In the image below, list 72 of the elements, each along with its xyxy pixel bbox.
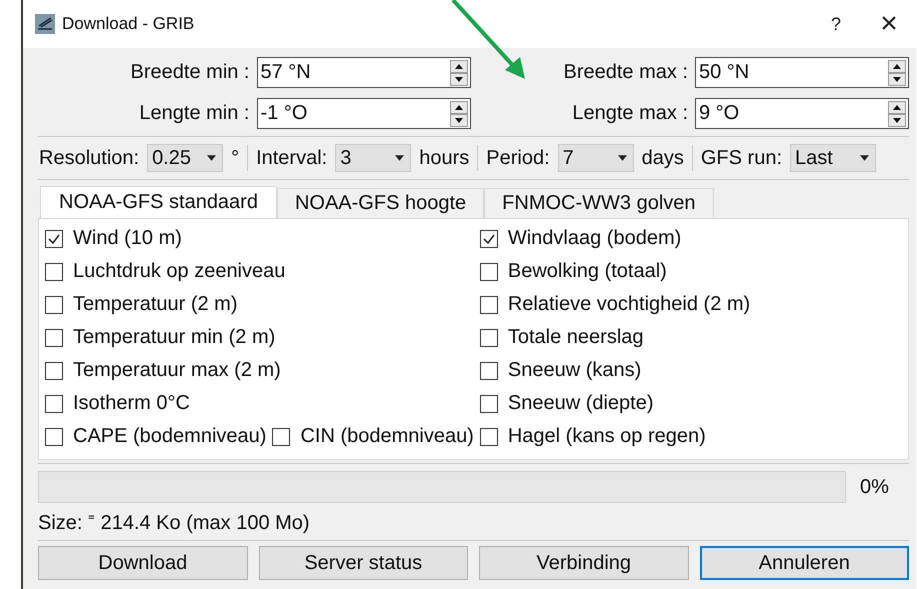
checkmark-icon (47, 232, 61, 246)
checkbox-option[interactable]: Temperatuur (2 m) (45, 288, 480, 321)
spin-box[interactable]: -1 °O (256, 98, 470, 129)
dialog-button[interactable]: Server status (258, 546, 468, 580)
dialog-button[interactable]: Verbinding (479, 546, 688, 580)
window-title: Download - GRIB (62, 14, 194, 34)
checkbox[interactable] (480, 296, 498, 314)
checkbox-option[interactable]: Relatieve vochtigheid (2 m) (480, 288, 902, 321)
checkbox[interactable] (45, 230, 63, 248)
dialog-button[interactable]: Download (38, 546, 248, 580)
checkbox-option[interactable]: Temperatuur max (2 m) (45, 354, 480, 387)
checkbox-option[interactable]: Wind (10 m) (45, 222, 480, 255)
checkbox-option[interactable]: CIN (bodemniveau) (272, 420, 480, 453)
checkbox[interactable] (45, 362, 63, 380)
checkbox[interactable] (45, 428, 63, 446)
checkbox-option[interactable]: Sneeuw (diepte) (480, 387, 902, 420)
checkbox[interactable] (480, 428, 498, 446)
dialog-button[interactable]: Annuleren (700, 546, 909, 580)
tab[interactable]: NOAA-GFS hoogte (276, 188, 484, 218)
checkbox[interactable] (45, 262, 63, 280)
checkmark-icon (482, 232, 496, 246)
checkbox[interactable] (480, 328, 498, 346)
checkbox[interactable] (480, 262, 498, 280)
setting-label: Interval: (256, 146, 328, 170)
unit-label: ° (231, 146, 240, 170)
field-label: Lengte min : (139, 102, 250, 125)
checkbox[interactable] (480, 362, 498, 380)
field-label: Breedte max : (563, 61, 688, 84)
checkbox[interactable] (480, 394, 498, 412)
checkbox-option[interactable]: Totale neerslag (480, 321, 902, 354)
setting-label: Resolution: (39, 146, 140, 170)
tab[interactable]: FNMOC-WW3 golven (484, 188, 714, 218)
app-icon (35, 14, 55, 34)
spin-box[interactable]: 57 °N (256, 57, 470, 88)
checkbox-option[interactable]: Temperatuur min (2 m) (45, 321, 480, 354)
dropdown[interactable]: 0.25 (147, 144, 224, 172)
checkbox[interactable] (272, 428, 290, 446)
checkbox[interactable] (45, 328, 63, 346)
caret-icon (395, 155, 404, 161)
caret-icon (207, 155, 216, 161)
setting-label: GFS run: (700, 146, 782, 170)
spin-box[interactable]: 50 °N (695, 57, 909, 88)
field-label: Lengte max : (572, 102, 688, 125)
unit-label: hours (419, 146, 470, 170)
dropdown[interactable]: 3 (335, 144, 412, 172)
spin-box[interactable]: 9 °O (695, 98, 909, 129)
unit-label: days (642, 146, 684, 170)
checkbox[interactable] (480, 230, 498, 248)
checkbox-option[interactable]: CAPE (bodemniveau) (45, 420, 272, 453)
checkbox-option[interactable]: Isotherm 0°C (45, 387, 480, 420)
checkbox-option[interactable]: Sneeuw (kans) (480, 354, 902, 387)
spin-arrows-icon (450, 60, 468, 86)
checkbox[interactable] (45, 296, 63, 314)
close-button[interactable]: × (866, 4, 912, 44)
dropdown[interactable]: Last (790, 144, 876, 172)
caret-icon (618, 155, 627, 161)
checkbox-option[interactable]: Bewolking (totaal) (480, 255, 902, 288)
spin-arrows-icon (888, 100, 906, 126)
spin-arrows-icon (450, 100, 468, 126)
size-text: Size: ⁼ 214.4 Ko (max 100 Mo) (38, 511, 311, 535)
checkbox-option[interactable]: Hagel (kans op regen) (480, 420, 902, 453)
setting-label: Period: (486, 146, 550, 170)
tab[interactable]: NOAA-GFS standaard (40, 186, 277, 218)
help-button[interactable]: ? (813, 4, 859, 44)
progress-reading: 0% (860, 476, 889, 498)
caret-icon (860, 155, 870, 161)
checkbox-option[interactable]: Luchtdruk op zeeniveau (45, 255, 480, 288)
field-label: Breedte min : (130, 61, 250, 84)
checkbox[interactable] (45, 394, 63, 412)
spin-arrows-icon (888, 60, 906, 86)
checkbox-option[interactable]: Windvlaag (bodem) (480, 222, 902, 255)
dropdown[interactable]: 7 (558, 144, 634, 172)
